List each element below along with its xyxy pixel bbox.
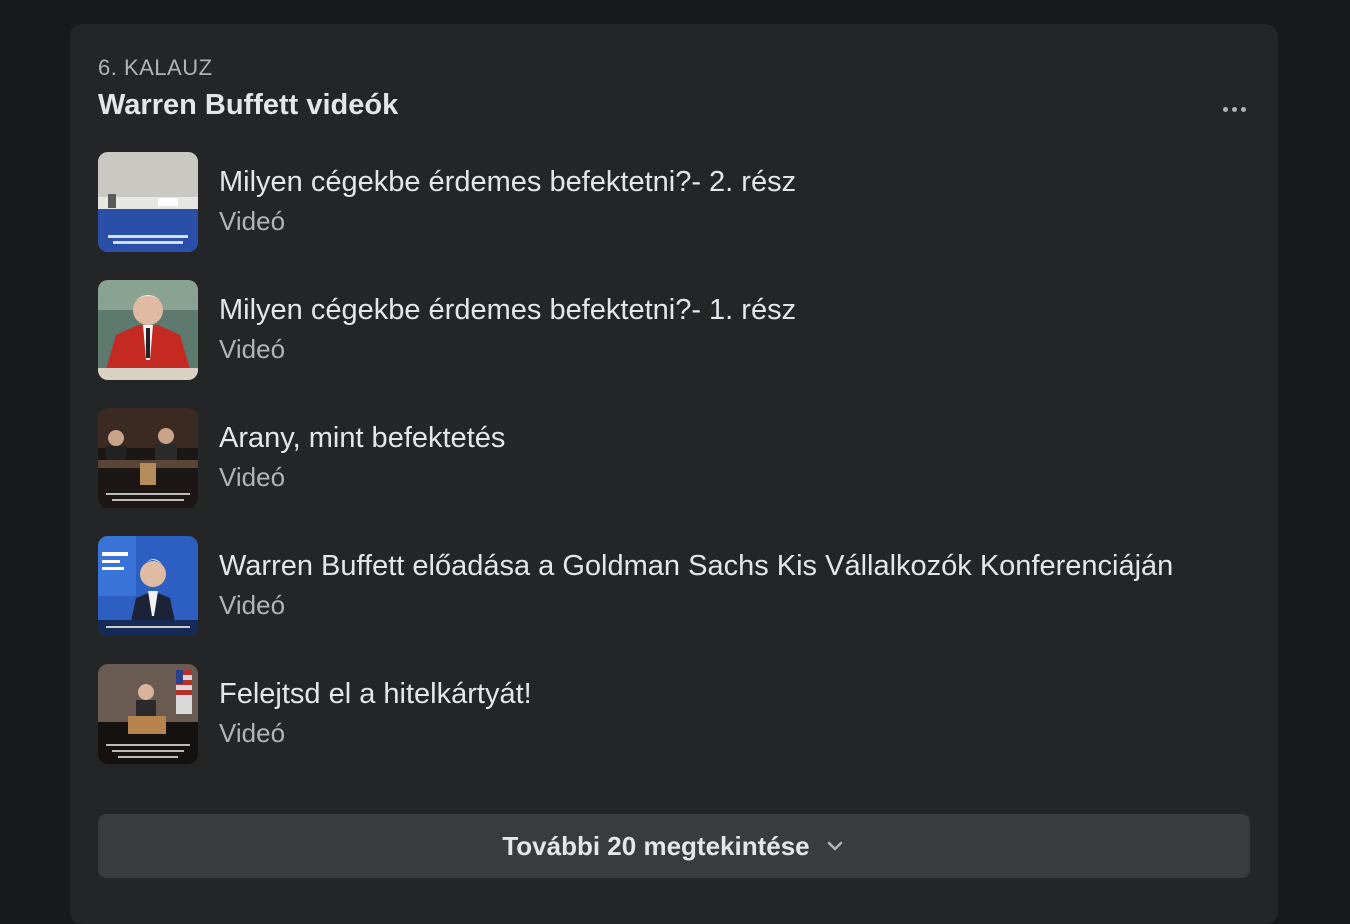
video-type: Videó [219, 206, 286, 236]
video-thumbnail-image [98, 664, 198, 764]
video-thumbnail[interactable] [98, 536, 198, 636]
guide-title: Warren Buffett videók [98, 89, 399, 121]
more-horizontal-icon [1222, 106, 1246, 112]
see-more-button[interactable]: További 20 megtekintése [98, 814, 1250, 878]
video-title[interactable]: Arany, mint befektetés [219, 422, 505, 455]
video-title[interactable]: Milyen cégekbe érdemes befektetni?- 1. r… [219, 294, 796, 327]
see-more-label: További 20 megtekintése [502, 830, 810, 861]
video-type: Videó [219, 334, 286, 364]
video-thumbnail[interactable] [98, 280, 198, 380]
video-thumbnail-image [98, 152, 198, 252]
video-list-item[interactable]: Warren Buffett előadása a Goldman Sachs … [98, 536, 1258, 664]
video-type: Videó [219, 590, 286, 620]
video-type: Videó [219, 718, 286, 748]
video-list-item[interactable]: Milyen cégekbe érdemes befektetni?- 1. r… [98, 280, 1258, 408]
video-thumbnail[interactable] [98, 152, 198, 252]
video-title[interactable]: Milyen cégekbe érdemes befektetni?- 2. r… [219, 166, 796, 199]
video-thumbnail-image [98, 280, 198, 380]
video-list-item[interactable]: Felejtsd el a hitelkártyát! Videó [98, 664, 1258, 792]
video-thumbnail-image [98, 536, 198, 636]
video-thumbnail[interactable] [98, 408, 198, 508]
more-options-button[interactable] [1216, 94, 1252, 124]
guide-card: 6. KALAUZ Warren Buffett videók Milyen c… [70, 24, 1278, 924]
video-thumbnail[interactable] [98, 664, 198, 764]
guide-number-label: 6. KALAUZ [98, 55, 213, 80]
video-list-item[interactable]: Arany, mint befektetés Videó [98, 408, 1258, 536]
chevron-down-icon [827, 841, 842, 851]
video-thumbnail-image [98, 408, 198, 508]
video-type: Videó [219, 462, 286, 492]
video-title[interactable]: Warren Buffett előadása a Goldman Sachs … [219, 550, 1173, 583]
video-list: Milyen cégekbe érdemes befektetni?- 2. r… [98, 152, 1258, 792]
video-list-item[interactable]: Milyen cégekbe érdemes befektetni?- 2. r… [98, 152, 1258, 280]
video-title[interactable]: Felejtsd el a hitelkártyát! [219, 678, 532, 711]
